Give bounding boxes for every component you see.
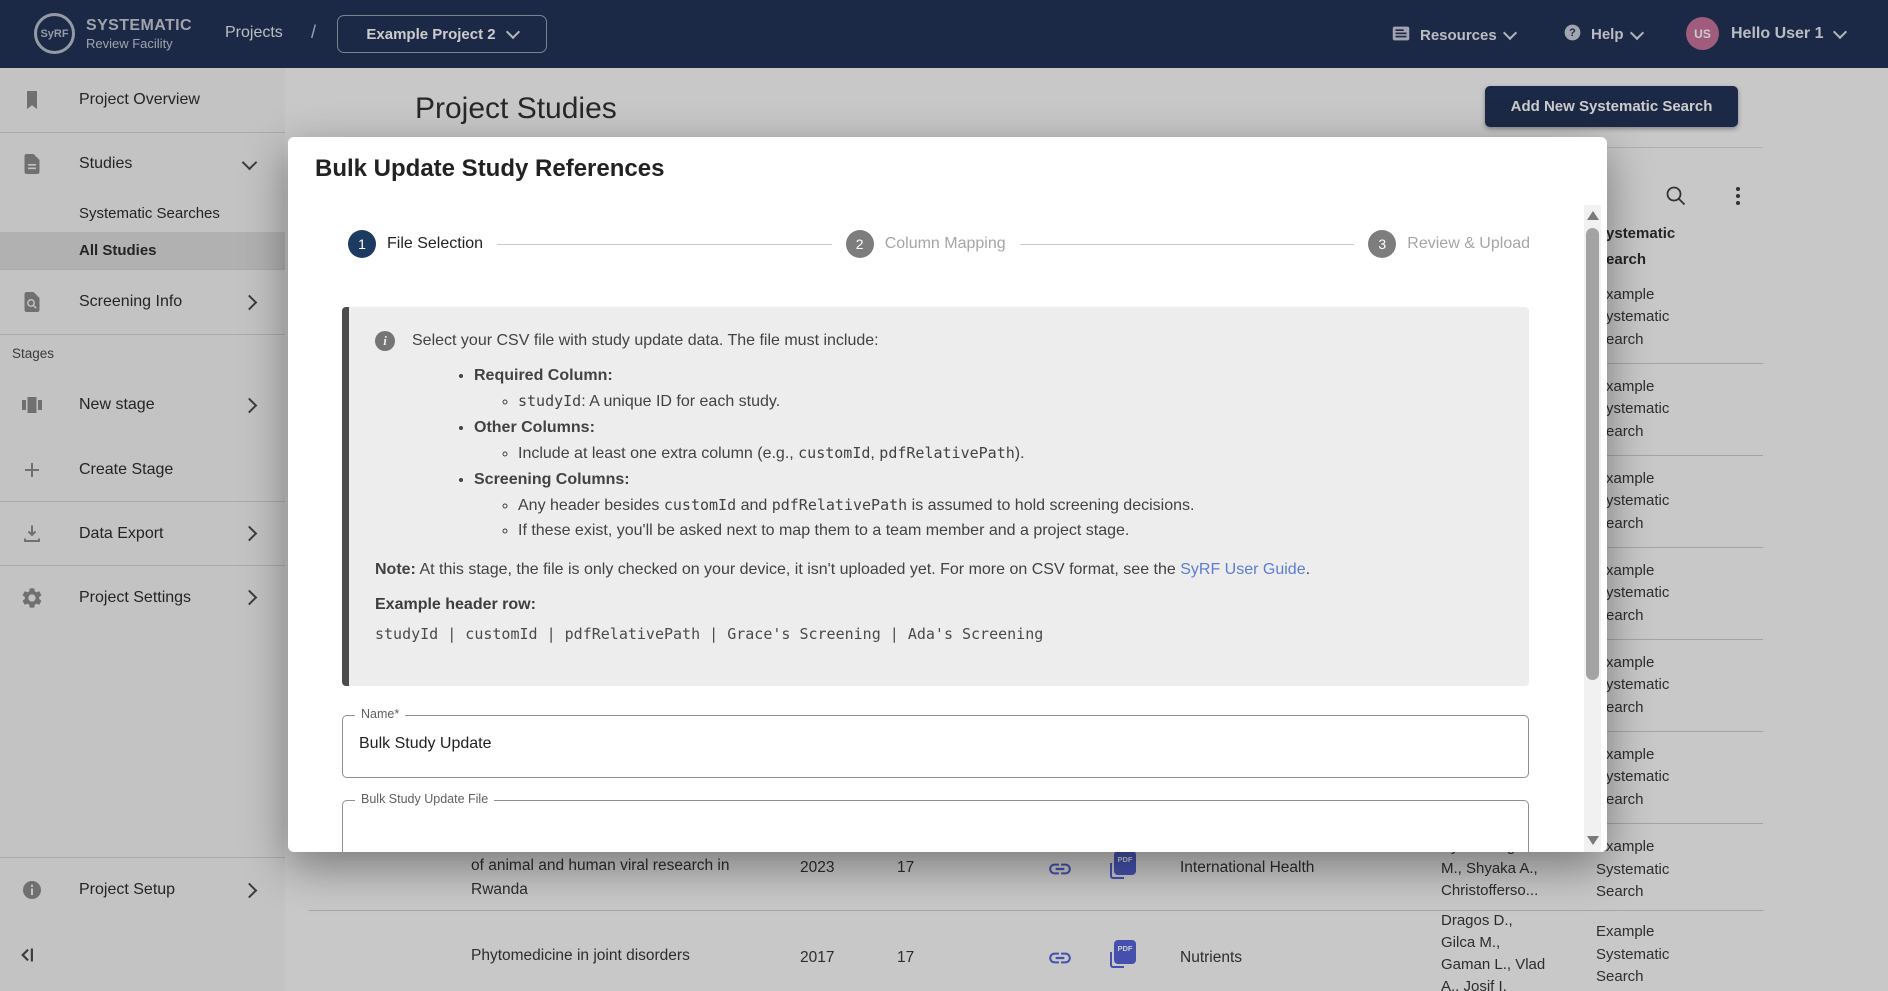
bullet-text: If these exist, you'll be asked next to … bbox=[518, 522, 1129, 539]
note-suffix: . bbox=[1306, 561, 1310, 578]
bullet-text: , bbox=[870, 445, 879, 462]
sub-bullet-item: Any header besides customId and pdfRelat… bbox=[518, 496, 1509, 515]
bullet-title: Other Columns: bbox=[474, 419, 595, 436]
step-label: File Selection bbox=[387, 235, 483, 253]
scroll-down-icon[interactable] bbox=[1587, 836, 1599, 845]
bullet-title: Screening Columns: bbox=[474, 471, 630, 488]
stepper: 1 File Selection 2 Column Mapping 3 Review & … bbox=[348, 229, 1530, 259]
step-number-badge: 2 bbox=[846, 230, 874, 258]
bullet-item: Screening Columns: Any header besides cus… bbox=[474, 471, 1509, 540]
sub-bullet-list: studyId: A unique ID for each study. bbox=[474, 392, 1509, 411]
step-1[interactable]: 1 File Selection bbox=[348, 230, 483, 258]
file-upload-field[interactable]: Bulk Study Update File bbox=[342, 800, 1529, 852]
bullet-text: and bbox=[736, 497, 772, 514]
info-intro: Select your CSV file with study update d… bbox=[412, 331, 879, 350]
sub-bullet-list: Any header besides customId and pdfRelat… bbox=[474, 496, 1509, 540]
name-field-value: Bulk Study Update bbox=[359, 735, 492, 753]
step-2[interactable]: 2 Column Mapping bbox=[846, 230, 1006, 258]
sub-bullet-item: studyId: A unique ID for each study. bbox=[518, 392, 1509, 411]
bullet-text: : A unique ID for each study. bbox=[581, 393, 780, 410]
sub-bullet-item: Include at least one extra column (e.g.,… bbox=[518, 444, 1509, 463]
bulk-update-modal: Bulk Update Study References 1 File Selec… bbox=[288, 137, 1607, 852]
step-connector bbox=[1020, 244, 1355, 245]
sub-bullet-item: If these exist, you'll be asked next to … bbox=[518, 522, 1509, 540]
code-token: pdfRelativePath bbox=[772, 496, 907, 514]
step-number-badge: 1 bbox=[348, 230, 376, 258]
modal-title: Bulk Update Study References bbox=[315, 155, 664, 183]
code-token: studyId bbox=[518, 392, 581, 410]
info-note: Note: At this stage, the file is only ch… bbox=[375, 561, 1509, 579]
syrf-user-guide-link[interactable]: SyRF User Guide bbox=[1180, 561, 1305, 578]
step-connector bbox=[497, 244, 832, 245]
bullet-text: ). bbox=[1015, 445, 1025, 462]
app-root: SyRF SYSTEMATIC Review Facility Projects… bbox=[0, 0, 1888, 991]
bullet-text: Include at least one extra column (e.g., bbox=[518, 445, 798, 462]
bullet-title: Required Column: bbox=[474, 367, 613, 384]
note-text: At this stage, the file is only checked … bbox=[416, 561, 1180, 578]
example-header-label: Example header row: bbox=[375, 596, 1509, 614]
code-token: customId bbox=[798, 444, 870, 462]
bullet-item: Required Column: studyId: A unique ID for… bbox=[474, 367, 1509, 411]
file-field-label: Bulk Study Update File bbox=[355, 792, 494, 806]
info-bullet-list: Required Column: studyId: A unique ID for… bbox=[349, 367, 1509, 540]
code-token: customId bbox=[664, 496, 736, 514]
bullet-item: Other Columns: Include at least one extra… bbox=[474, 419, 1509, 463]
name-field[interactable]: Name* Bulk Study Update bbox=[342, 715, 1529, 778]
info-icon: i bbox=[375, 331, 395, 351]
sub-bullet-list: Include at least one extra column (e.g.,… bbox=[474, 444, 1509, 463]
step-label: Review & Upload bbox=[1407, 235, 1530, 253]
modal-scrollbar-thumb[interactable] bbox=[1586, 228, 1599, 680]
step-3[interactable]: 3 Review & Upload bbox=[1368, 230, 1530, 258]
name-field-label: Name* bbox=[355, 707, 405, 721]
info-box: i Select your CSV file with study update… bbox=[342, 307, 1529, 686]
bullet-text: Any header besides bbox=[518, 497, 664, 514]
scroll-up-icon[interactable] bbox=[1587, 211, 1599, 220]
code-token: pdfRelativePath bbox=[879, 444, 1014, 462]
note-label: Note: bbox=[375, 561, 416, 578]
step-label: Column Mapping bbox=[885, 235, 1006, 253]
example-header-row: studyId | customId | pdfRelativePath | G… bbox=[375, 625, 1509, 643]
bullet-text: is assumed to hold screening decisions. bbox=[907, 497, 1194, 514]
step-number-badge: 3 bbox=[1368, 230, 1396, 258]
